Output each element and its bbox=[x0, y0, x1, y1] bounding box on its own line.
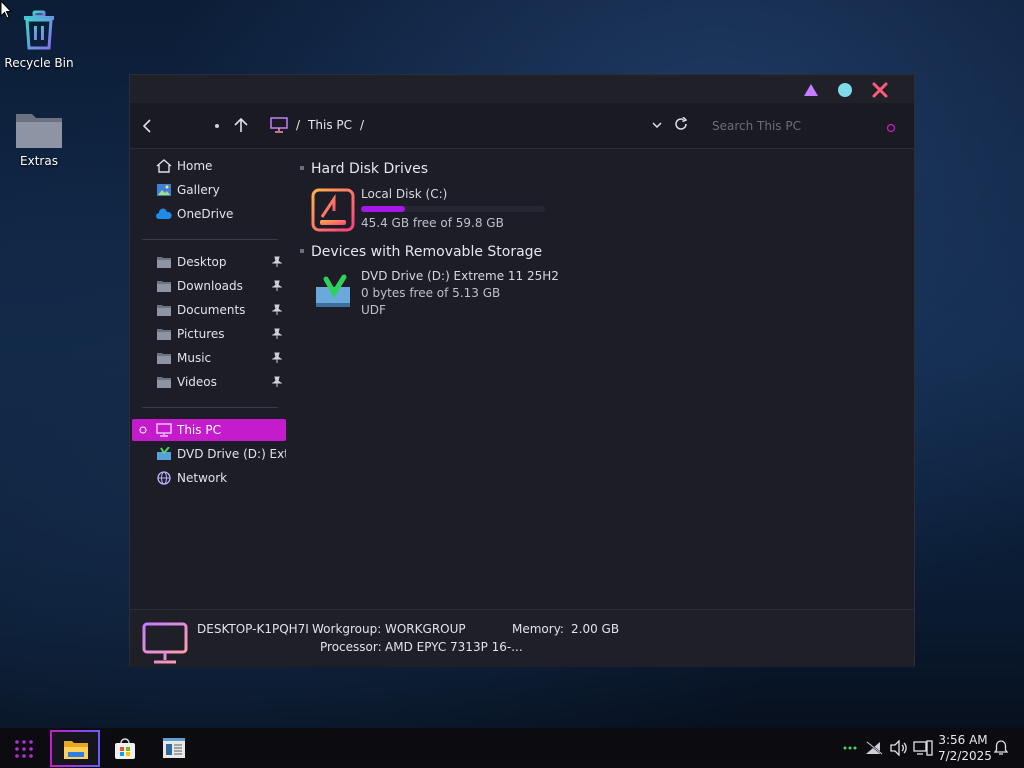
address-toolbar: / This PC / bbox=[130, 103, 914, 149]
display-icon[interactable] bbox=[913, 740, 933, 756]
breadcrumb-separator: / bbox=[296, 118, 301, 132]
search-icon[interactable] bbox=[886, 123, 896, 133]
content-pane: Hard Disk Drives Local Disk (C:) 45.4 GB… bbox=[292, 149, 914, 609]
sidebar-item-videos[interactable]: Videos bbox=[132, 371, 286, 393]
folder-videos-icon bbox=[157, 377, 171, 388]
processor-label: Processor: bbox=[320, 640, 382, 654]
sidebar-item-downloads[interactable]: Downloads bbox=[132, 275, 286, 297]
recycle-bin-icon bbox=[24, 10, 54, 50]
network-globe-icon bbox=[157, 471, 171, 485]
drive-filesystem: UDF bbox=[361, 303, 386, 317]
monitor-icon bbox=[156, 423, 172, 437]
workgroup-value: WORKGROUP bbox=[385, 622, 466, 636]
pin-icon bbox=[272, 280, 282, 291]
pin-icon bbox=[272, 328, 282, 339]
drive-free-space: 45.4 GB free of 59.8 GB bbox=[361, 216, 504, 230]
pin-icon bbox=[272, 352, 282, 363]
drive-dvd-d[interactable]: DVD Drive (D:) Extreme 11 25H2 0 bytes f… bbox=[310, 269, 570, 319]
taskbar-file-explorer-button[interactable] bbox=[50, 730, 100, 767]
cloud-icon bbox=[156, 208, 172, 219]
memory-value: 2.00 GB bbox=[571, 622, 620, 636]
computer-icon bbox=[142, 622, 188, 664]
pin-icon bbox=[272, 376, 282, 387]
title-bar[interactable] bbox=[130, 75, 914, 103]
monitor-icon bbox=[270, 117, 288, 133]
desktop-icon-recycle-bin[interactable]: Recycle Bin bbox=[4, 10, 74, 70]
drive-usage-fill bbox=[361, 206, 406, 212]
taskbar: 3:56 AM 7/2/2025 bbox=[0, 728, 1024, 768]
sidebar-item-pictures[interactable]: Pictures bbox=[132, 323, 286, 345]
navigation-pane: Home Gallery OneDrive Desktop Downloads … bbox=[130, 149, 290, 609]
drive-name: Local Disk (C:) bbox=[361, 187, 448, 201]
folder-icon bbox=[16, 114, 62, 148]
dvd-drive-icon bbox=[157, 447, 171, 460]
local-disk-icon bbox=[311, 188, 355, 232]
show-hidden-icons-icon[interactable] bbox=[843, 746, 857, 750]
recent-dot-icon[interactable] bbox=[214, 123, 220, 129]
selection-dot-icon bbox=[139, 426, 147, 434]
chevron-down-icon[interactable] bbox=[652, 122, 662, 130]
network-disconnected-icon[interactable] bbox=[865, 741, 883, 755]
file-explorer-icon bbox=[64, 741, 88, 759]
volume-icon[interactable] bbox=[890, 740, 908, 756]
sidebar-item-onedrive[interactable]: OneDrive bbox=[132, 203, 286, 225]
sidebar-divider bbox=[142, 407, 278, 408]
close-icon[interactable] bbox=[872, 82, 888, 98]
sidebar-item-documents[interactable]: Documents bbox=[132, 299, 286, 321]
folder-pictures-icon bbox=[157, 329, 171, 340]
pin-icon bbox=[272, 304, 282, 315]
back-arrow-icon[interactable] bbox=[142, 119, 152, 133]
sidebar-item-home[interactable]: Home bbox=[132, 155, 286, 177]
sidebar-item-gallery[interactable]: Gallery bbox=[132, 179, 286, 201]
drive-local-disk-c[interactable]: Local Disk (C:) 45.4 GB free of 59.8 GB bbox=[310, 187, 570, 237]
start-menu-icon[interactable] bbox=[14, 739, 34, 759]
minimize-triangle-icon[interactable] bbox=[803, 82, 819, 98]
drive-name: DVD Drive (D:) Extreme 11 25H2 bbox=[361, 269, 559, 283]
sidebar-item-this-pc[interactable]: This PC bbox=[132, 419, 286, 441]
group-title-removable-storage[interactable]: Devices with Removable Storage bbox=[311, 244, 542, 260]
drive-free-space: 0 bytes free of 5.13 GB bbox=[361, 286, 501, 300]
refresh-icon[interactable] bbox=[674, 117, 688, 131]
desktop-icon-label: Extras bbox=[20, 154, 58, 168]
memory-label: Memory: bbox=[512, 622, 564, 636]
folder-music-icon bbox=[157, 353, 171, 364]
gallery-icon bbox=[157, 184, 171, 196]
folder-documents-icon bbox=[157, 305, 171, 316]
breadcrumb-separator: / bbox=[360, 118, 365, 132]
dvd-drive-icon bbox=[316, 274, 350, 307]
folder-downloads-icon bbox=[157, 281, 171, 292]
folder-desktop-icon bbox=[157, 257, 171, 268]
drive-usage-bar bbox=[361, 206, 545, 212]
desktop-icon-label: Recycle Bin bbox=[4, 56, 74, 70]
sidebar-divider bbox=[142, 239, 278, 240]
breadcrumb[interactable]: / This PC / bbox=[270, 117, 364, 133]
clock-date: 7/2/2025 bbox=[938, 749, 992, 763]
task-manager-icon[interactable] bbox=[162, 737, 186, 759]
clock[interactable]: 3:56 AM 7/2/2025 bbox=[938, 732, 992, 764]
sidebar-item-desktop[interactable]: Desktop bbox=[132, 251, 286, 273]
file-explorer-window: / This PC / Home Gallery OneDrive Deskto… bbox=[129, 74, 915, 667]
up-arrow-icon[interactable] bbox=[234, 117, 248, 133]
desktop-icon-extras[interactable]: Extras bbox=[4, 108, 74, 168]
maximize-circle-icon[interactable] bbox=[837, 82, 853, 98]
workgroup-label: Workgroup: bbox=[312, 622, 382, 636]
sidebar-item-music[interactable]: Music bbox=[132, 347, 286, 369]
sidebar-item-network[interactable]: Network bbox=[132, 467, 286, 489]
group-collapse-dot[interactable] bbox=[300, 166, 304, 170]
sidebar-item-dvd-drive[interactable]: DVD Drive (D:) Extreme 11 25H2 bbox=[132, 443, 286, 465]
group-collapse-dot[interactable] bbox=[300, 249, 304, 253]
pin-icon bbox=[272, 256, 282, 267]
home-icon bbox=[156, 159, 172, 173]
group-title-hard-disk-drives[interactable]: Hard Disk Drives bbox=[311, 161, 428, 177]
clock-time: 3:56 AM bbox=[938, 733, 988, 747]
details-pane: DESKTOP-K1PQH7I Workgroup: WORKGROUP Mem… bbox=[130, 609, 914, 667]
computer-name: DESKTOP-K1PQH7I bbox=[197, 622, 309, 636]
microsoft-store-icon[interactable] bbox=[113, 737, 137, 761]
processor-value: AMD EPYC 7313P 16-... bbox=[385, 640, 523, 654]
breadcrumb-this-pc[interactable]: This PC bbox=[308, 118, 352, 132]
notification-bell-icon[interactable] bbox=[993, 740, 1009, 756]
search-input[interactable] bbox=[700, 113, 910, 139]
